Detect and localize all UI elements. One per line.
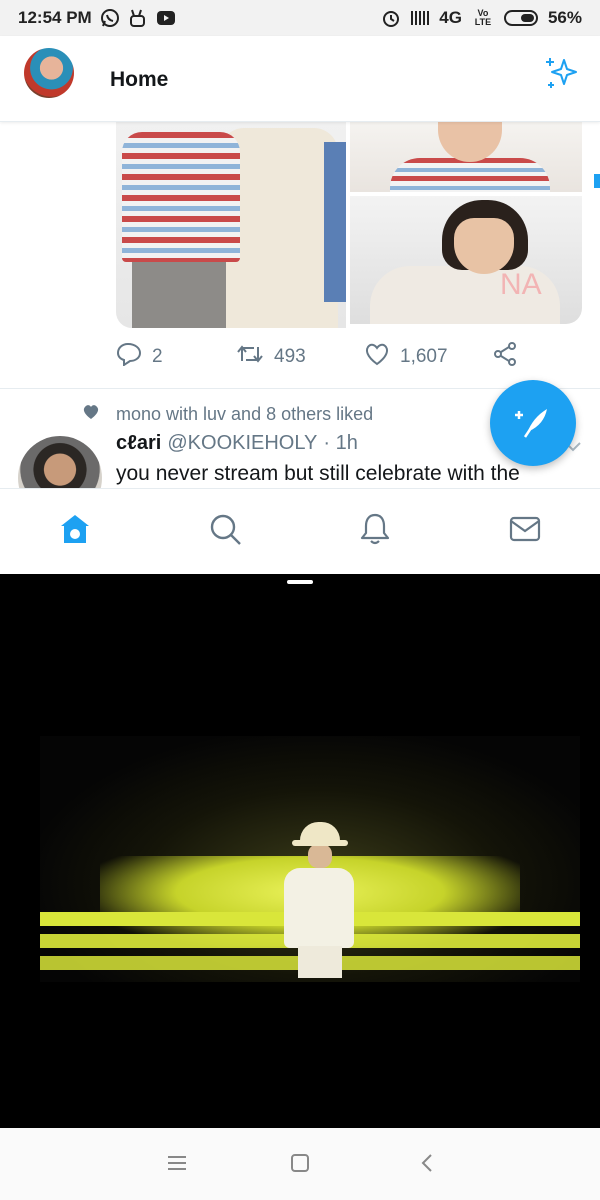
- home-icon: [58, 512, 92, 551]
- social-context[interactable]: mono with luv and 8 others liked: [82, 404, 373, 425]
- heart-icon: [364, 342, 390, 372]
- tab-search[interactable]: [205, 511, 245, 551]
- tweet-text[interactable]: you never stream but still celebrate wit…: [116, 462, 520, 486]
- share-button[interactable]: [492, 341, 518, 373]
- tweet-header: cℓari @KOOKIEHOLY · 1h: [116, 432, 358, 455]
- tweet-author-avatar[interactable]: [18, 436, 102, 488]
- tweet-time: · 1h: [323, 432, 358, 454]
- retweet-count: 493: [274, 346, 306, 367]
- bottom-tab-bar: [0, 488, 600, 574]
- signal-icon: [411, 11, 430, 25]
- sparkle-icon[interactable]: [542, 54, 582, 94]
- compose-tweet-button[interactable]: [490, 380, 576, 466]
- page-title: Home: [110, 68, 169, 91]
- menu-icon: [166, 1154, 188, 1177]
- media-image-3[interactable]: NA: [350, 196, 582, 324]
- tweet-media-grid[interactable]: NA: [116, 122, 582, 328]
- app-header: Home: [0, 36, 600, 122]
- system-home-button[interactable]: [287, 1152, 313, 1178]
- square-icon: [289, 1152, 311, 1179]
- like-count: 1,607: [400, 346, 448, 367]
- retweet-icon: [236, 343, 264, 371]
- back-icon: [419, 1152, 435, 1179]
- peace-icon: [128, 8, 148, 28]
- profile-avatar[interactable]: [24, 48, 74, 98]
- video-player[interactable]: [0, 574, 600, 1128]
- recent-apps-button[interactable]: [164, 1152, 190, 1178]
- bell-icon: [358, 512, 392, 551]
- volte-indicator: Vo LTE: [474, 8, 492, 27]
- media-image-2[interactable]: [350, 122, 582, 192]
- scroll-indicator: [594, 174, 600, 188]
- system-navigation-bar: [0, 1128, 600, 1200]
- search-icon: [208, 512, 242, 551]
- video-frame[interactable]: [40, 736, 580, 982]
- status-bar: 12:54 PM 4G Vo LTE 56%: [0, 0, 600, 36]
- reply-icon: [116, 342, 142, 372]
- tweet-author-handle[interactable]: @KOOKIEHOLY: [167, 432, 317, 455]
- media-overlay-text: NA: [500, 268, 542, 301]
- share-icon: [492, 341, 518, 373]
- alarm-icon: [381, 8, 401, 28]
- network-type: 4G: [439, 8, 462, 27]
- tab-home[interactable]: [55, 511, 95, 551]
- tweet-author-name[interactable]: cℓari: [116, 432, 161, 455]
- reply-count: 2: [152, 346, 163, 367]
- battery-percent: 56%: [547, 8, 582, 27]
- compose-feather-icon: [513, 401, 553, 446]
- drag-handle[interactable]: [287, 580, 313, 584]
- system-back-button[interactable]: [414, 1152, 440, 1178]
- media-image-1[interactable]: [116, 122, 346, 328]
- tab-messages[interactable]: [505, 511, 545, 551]
- status-time: 12:54 PM: [18, 8, 92, 27]
- battery-icon: [503, 10, 538, 26]
- heart-small-icon: [82, 404, 100, 425]
- reply-button[interactable]: 2: [116, 342, 163, 372]
- social-context-text: mono with luv and 8 others liked: [116, 404, 374, 424]
- retweet-button[interactable]: 493: [236, 343, 306, 371]
- youtube-icon: [156, 8, 176, 28]
- performer-figure: [280, 822, 356, 978]
- whatsapp-icon: [100, 8, 120, 28]
- like-button[interactable]: 1,607: [364, 342, 448, 372]
- tweet-actions: 2 493 1,607: [116, 342, 536, 372]
- mail-icon: [508, 512, 542, 551]
- tab-notifications[interactable]: [355, 511, 395, 551]
